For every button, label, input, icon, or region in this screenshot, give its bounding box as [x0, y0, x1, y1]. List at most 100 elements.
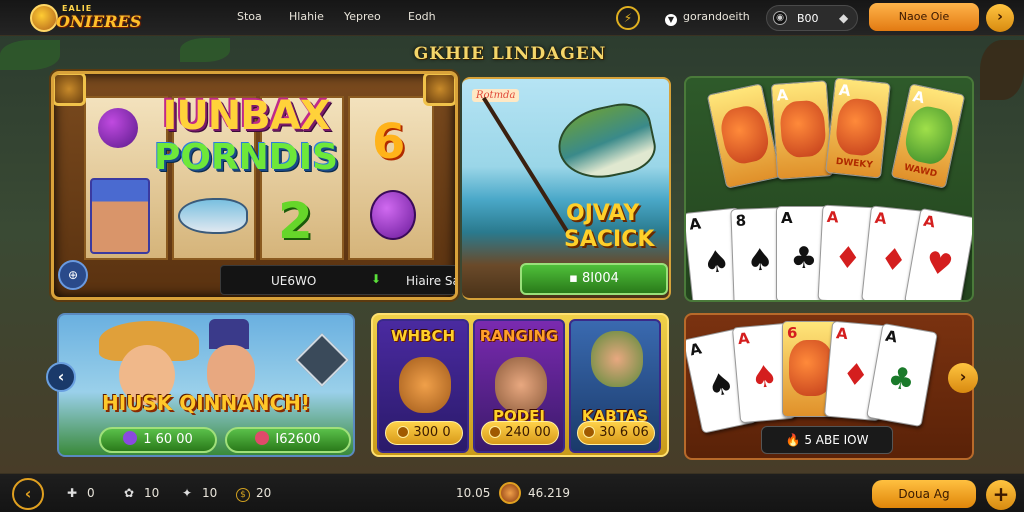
coin-icon	[499, 482, 521, 504]
fish-symbol-icon	[178, 198, 248, 234]
stat-item[interactable]: ✚ 0	[67, 486, 95, 500]
game-tile-title: RANGING	[479, 327, 559, 345]
plum-symbol-icon	[370, 190, 416, 240]
slot-title-line1: IUNBAX	[162, 93, 330, 139]
fishing-tag: Rotmda	[472, 89, 520, 102]
card-rank: A	[911, 87, 927, 108]
game-tile-price-value: 240 00	[505, 425, 551, 440]
stat-value: 10	[144, 486, 160, 500]
adventure-game-card[interactable]: HIUSK QINNANCH! 1 60 00 I62600	[57, 313, 355, 457]
play-button[interactable]: Doua Ag	[872, 480, 976, 508]
nav-item-2[interactable]: Hlahie	[289, 10, 324, 23]
back-icon[interactable]: ‹	[12, 478, 44, 510]
fishing-title-line2: SACICK	[564, 227, 655, 252]
deposit-button[interactable]: Naoe Oie	[869, 3, 979, 31]
nav-item-1[interactable]: Stoa	[237, 10, 262, 23]
fish-art-icon	[834, 96, 884, 158]
card-rank: 6	[787, 324, 798, 342]
card-rank: A	[688, 339, 704, 360]
section-title: GKHIE LINDAGEN	[413, 44, 607, 64]
nav-item-3[interactable]: Yepreo	[344, 10, 381, 23]
heart-icon	[255, 431, 270, 445]
stat-item[interactable]: ✦ 10	[182, 486, 217, 500]
coin-icon: $	[236, 488, 250, 502]
arrow-right-icon[interactable]: ›	[948, 363, 978, 393]
card-rank: 8	[735, 211, 747, 230]
fox-art-icon	[399, 357, 451, 413]
stat-item[interactable]: ✿ 10	[124, 486, 159, 500]
game-tile-price[interactable]: 30 6 06	[577, 421, 655, 445]
card-rank: A	[837, 80, 852, 100]
nav-item-4[interactable]: Eodh	[408, 10, 436, 23]
wallet-icon: ◉	[773, 11, 787, 25]
adventure-pill-2[interactable]: I62600	[225, 427, 351, 453]
card-rank: A	[835, 324, 849, 344]
slot-bar-right: Hiaire Satereae	[406, 274, 455, 288]
win-button[interactable]: ▪ 8I004	[520, 263, 668, 295]
gem-icon	[123, 431, 138, 445]
game-tile-price[interactable]: 240 00	[481, 421, 559, 445]
help-icon[interactable]: ⊕	[58, 260, 88, 290]
balance-value: B00	[797, 12, 819, 25]
slot-title: IUNBAX PORNDIS	[116, 94, 376, 178]
coin-icon[interactable]: ⚡	[616, 6, 640, 30]
paw-icon: ✿	[124, 486, 135, 500]
character-art	[591, 331, 643, 387]
card-game-card[interactable]: A A DWEKY A WAWD A ♠ 8 ♠ A ♣ A ♦ A ♦ A ♥	[684, 76, 974, 302]
fish-art-icon	[717, 102, 773, 167]
fish-art-icon	[779, 99, 827, 159]
corner-ornament-icon	[423, 74, 455, 106]
card-rank: A	[781, 209, 793, 227]
slot-bar-left: UE6WO	[271, 274, 317, 288]
leaf-decoration	[0, 40, 60, 70]
club-icon: ♣	[884, 359, 918, 400]
arrow-left-icon[interactable]: ‹	[46, 362, 76, 392]
arrow-down-icon: ⬇	[371, 272, 382, 286]
corner-ornament-icon	[54, 74, 86, 106]
two-symbol: 2	[278, 192, 313, 250]
card-rank: A	[826, 207, 839, 227]
stat-value: 20	[256, 486, 272, 500]
stat-value: 10	[202, 486, 218, 500]
card-rank: A	[873, 208, 888, 228]
card-game-chip[interactable]: 🔥 5 ABE IOW	[761, 426, 893, 454]
wolf-badge-icon	[295, 333, 349, 387]
adventure-pill-1[interactable]: 1 60 00	[99, 427, 217, 453]
game-tile-title: WHBCH	[390, 327, 456, 345]
adventure-pill-2-value: I62600	[275, 432, 321, 447]
logo[interactable]: EALIE ONIERES	[22, 2, 141, 34]
leaf-decoration	[180, 38, 230, 62]
game-tile-price-value: 30 6 06	[599, 425, 649, 440]
plus-icon[interactable]: +	[986, 480, 1016, 510]
slot-title-line2: PORNDIS	[153, 137, 339, 178]
adventure-title: HIUSK QINNANCH!	[102, 391, 310, 415]
adventure-pill-1-value: 1 60 00	[143, 432, 193, 447]
crest-icon	[30, 4, 58, 32]
playing-card: A DWEKY	[825, 78, 891, 179]
game-tile[interactable]: WHBCH 300 0	[377, 319, 469, 453]
heart-icon: ♥	[922, 244, 956, 285]
username: gorandoeith	[683, 10, 750, 23]
coin-icon	[397, 426, 410, 438]
diamond-icon: ◆	[839, 11, 849, 25]
stat-item[interactable]: $20	[236, 486, 271, 502]
flame-icon: 🔥	[785, 433, 805, 447]
card-rank: A	[922, 211, 937, 232]
coin-icon	[583, 426, 596, 438]
character-symbol-icon	[90, 178, 150, 254]
card-rank: A	[775, 85, 789, 105]
playing-card	[706, 83, 782, 189]
fishing-rod-icon	[482, 96, 571, 235]
chevron-down-icon: ▼	[665, 14, 677, 26]
game-tile-price[interactable]: 300 0	[385, 421, 463, 445]
card-rank: A	[688, 214, 702, 234]
top-bar: EALIE ONIERES Stoa Hlahie Yepreo Eodh ⚡ …	[0, 0, 1024, 36]
game-tile[interactable]: KABTAS 30 6 06	[569, 319, 661, 453]
arrow-right-icon[interactable]: ›	[986, 4, 1014, 32]
balance-widget[interactable]: ◉ B00 ◆	[766, 5, 858, 31]
fish-icon	[551, 97, 661, 187]
user-menu[interactable]: ▼ gorandoeith	[665, 10, 750, 26]
footer-right-value: 46.219	[528, 486, 570, 500]
game-tile[interactable]: RANGING PODEI 240 00	[473, 319, 565, 453]
slot-game-card[interactable]: 6 2 IUNBAX PORNDIS ⊕ UE6WO ⬇ Hiaire Sate…	[51, 71, 458, 300]
